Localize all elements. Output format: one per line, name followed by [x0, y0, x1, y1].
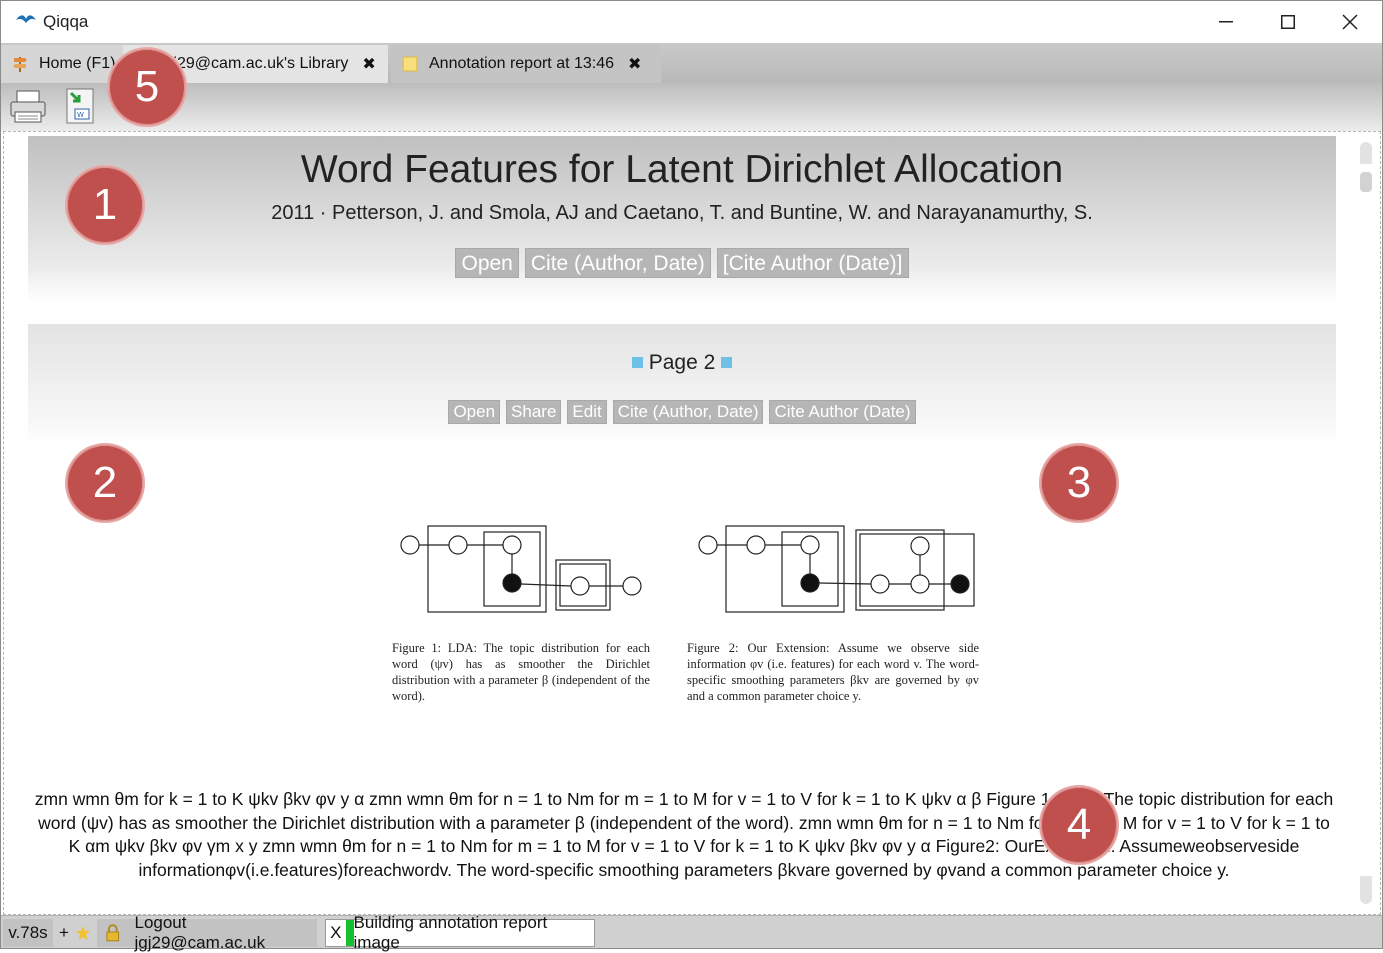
document-cite-author-bracket-button[interactable]: [Cite Author (Date)] [716, 248, 909, 278]
window-title: Qiqqa [43, 12, 89, 31]
title-bar: Qiqqa [1, 1, 1382, 43]
page-open-button[interactable]: Open [448, 400, 501, 424]
document-open-button[interactable]: Open [455, 248, 519, 278]
callout-badge-1: 1 [65, 165, 145, 245]
extracted-text-paragraph: zmn wmn θm for k = 1 to K ψkv βkv φv y α… [34, 789, 1334, 880]
page-cite-author-date-button[interactable]: Cite (Author, Date) [612, 400, 764, 424]
minimize-icon [1219, 21, 1233, 23]
tab-strip: Home (F1) jgj29@cam.ac.uk's Library ✖ An… [1, 43, 1382, 83]
print-button[interactable] [5, 85, 51, 129]
page-header: Page 2 Open Share Edit Cite (Author, Dat… [28, 324, 1336, 444]
callout-badge-2: 2 [65, 443, 145, 523]
page-number-label: Page 2 [648, 351, 716, 374]
vertical-scrollbar[interactable] [1360, 136, 1372, 906]
toolbar: W [1, 83, 1382, 131]
tab-annotation-label: Annotation report at 13:46 [429, 55, 615, 72]
app-window: Qiqqa Home (F1) jgj29@cam.ac.uk's Librar… [0, 0, 1383, 952]
star-shape [76, 926, 90, 940]
page-cite-author-button[interactable]: Cite Author (Date) [769, 400, 916, 424]
page-edit-button[interactable]: Edit [567, 400, 607, 424]
printer-icon [10, 90, 46, 123]
report-viewport[interactable]: Word Features for Latent Dirichlet Alloc… [3, 131, 1381, 915]
callout-badge-4: 4 [1039, 785, 1119, 865]
qiqqa-logo-icon [16, 15, 36, 23]
tab-home[interactable]: Home (F1) [1, 45, 123, 83]
figure1-graphical-model [400, 525, 642, 613]
callout-badge-5: 5 [107, 47, 187, 127]
task-progress-bar [345, 920, 354, 946]
note-icon [402, 56, 418, 72]
figure2-caption: Figure 2: Our Extension: Assume we obser… [687, 641, 979, 703]
document-header: Word Features for Latent Dirichlet Alloc… [28, 136, 1336, 302]
logout-label: Logout jgj29@cam.ac.uk [134, 913, 266, 952]
export-word-icon: W [66, 88, 94, 124]
maximize-icon [1281, 15, 1295, 29]
logout-button[interactable]: Logout jgj29@cam.ac.uk [97, 913, 317, 952]
figure2-graphical-model [698, 525, 975, 613]
cancel-task-button[interactable]: X [326, 923, 346, 943]
background-task-indicator: X Building annotation report image [325, 913, 595, 952]
page-label: Page 2 [28, 351, 1336, 375]
scroll-down-icon[interactable] [1360, 876, 1372, 904]
status-bar: v.78s + Logout jgj29@cam.ac.uk X Buildin… [1, 913, 1382, 952]
version-label: v.78s [3, 919, 53, 947]
document-meta: 2011 · Petterson, J. and Smola, AJ and C… [271, 202, 1093, 224]
tab-home-label: Home (F1) [39, 55, 116, 72]
page-marker-right-icon [721, 357, 733, 368]
callout-badge-3: 3 [1039, 443, 1119, 523]
document-button-row: Open Cite (Author, Date) [Cite Author (D… [28, 248, 1336, 278]
close-icon [1342, 14, 1358, 30]
tab-annotation-close-icon[interactable]: ✖ [628, 54, 641, 74]
tab-library-label: jgj29@cam.ac.uk's Library [161, 55, 349, 72]
star-icon[interactable] [75, 919, 93, 947]
lock-icon [106, 924, 120, 942]
maximize-button[interactable] [1265, 5, 1311, 39]
figure1-caption: Figure 1: LDA: The topic distribution fo… [392, 641, 650, 703]
svg-text:W: W [77, 111, 84, 119]
minimize-button[interactable] [1203, 5, 1249, 39]
scroll-thumb[interactable] [1360, 172, 1372, 192]
tab-library-close-icon[interactable]: ✖ [362, 54, 375, 74]
page-button-row: Open Share Edit Cite (Author, Date) Cite… [28, 400, 1336, 424]
tab-annotation-report[interactable]: Annotation report at 13:46 ✖ [391, 45, 661, 83]
document-title: Word Features for Latent Dirichlet Alloc… [300, 148, 1064, 191]
close-window-button[interactable] [1327, 5, 1373, 39]
task-label: Building annotation report image [353, 913, 548, 952]
status-plus[interactable]: + [57, 919, 71, 947]
document-cite-author-date-button[interactable]: Cite (Author, Date) [524, 248, 711, 278]
page-share-button[interactable]: Share [506, 400, 562, 424]
signpost-icon [13, 57, 27, 72]
export-word-button[interactable]: W [57, 85, 103, 129]
scroll-up-icon[interactable] [1360, 142, 1372, 164]
page-marker-left-icon [631, 357, 643, 368]
